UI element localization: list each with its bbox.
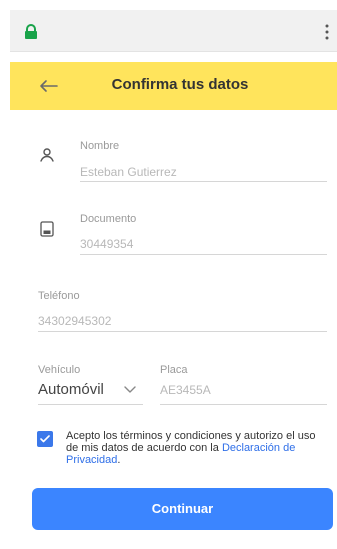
vehicle-select[interactable]: Automóvil bbox=[38, 380, 104, 400]
plate-label: Placa bbox=[160, 364, 188, 376]
name-label: Nombre bbox=[80, 140, 120, 152]
page-title: Confirma tus datos bbox=[111, 76, 249, 93]
name-underline bbox=[80, 181, 327, 182]
user-icon bbox=[40, 148, 54, 162]
id-card-icon bbox=[40, 221, 54, 237]
menu-icon[interactable] bbox=[325, 24, 329, 40]
app-screen: Confirma tus datos Nombre Esteban Gutier… bbox=[0, 0, 337, 549]
check-icon bbox=[40, 435, 50, 443]
chevron-down-icon[interactable] bbox=[124, 386, 136, 394]
vehicle-underline bbox=[38, 404, 143, 405]
name-field[interactable]: Esteban Gutierrez bbox=[80, 164, 177, 180]
document-field[interactable]: 30449354 bbox=[80, 236, 133, 252]
browser-toolbar bbox=[10, 10, 337, 52]
continue-button[interactable]: Continuar bbox=[32, 488, 333, 530]
lock-icon bbox=[25, 24, 37, 39]
back-arrow-icon[interactable] bbox=[38, 78, 58, 94]
plate-field[interactable]: AE3455A bbox=[160, 382, 211, 398]
vehicle-label: Vehículo bbox=[38, 364, 81, 376]
phone-underline bbox=[38, 331, 327, 332]
document-underline bbox=[80, 254, 327, 255]
document-label: Documento bbox=[80, 213, 137, 225]
terms-text: Acepto los términos y condiciones y auto… bbox=[66, 430, 316, 466]
terms-checkbox[interactable] bbox=[37, 431, 53, 447]
phone-label: Teléfono bbox=[38, 290, 80, 302]
plate-underline bbox=[160, 404, 327, 405]
page-header: Confirma tus datos bbox=[10, 62, 337, 110]
phone-field[interactable]: 34302945302 bbox=[38, 313, 111, 329]
terms-text-after: . bbox=[117, 454, 121, 466]
